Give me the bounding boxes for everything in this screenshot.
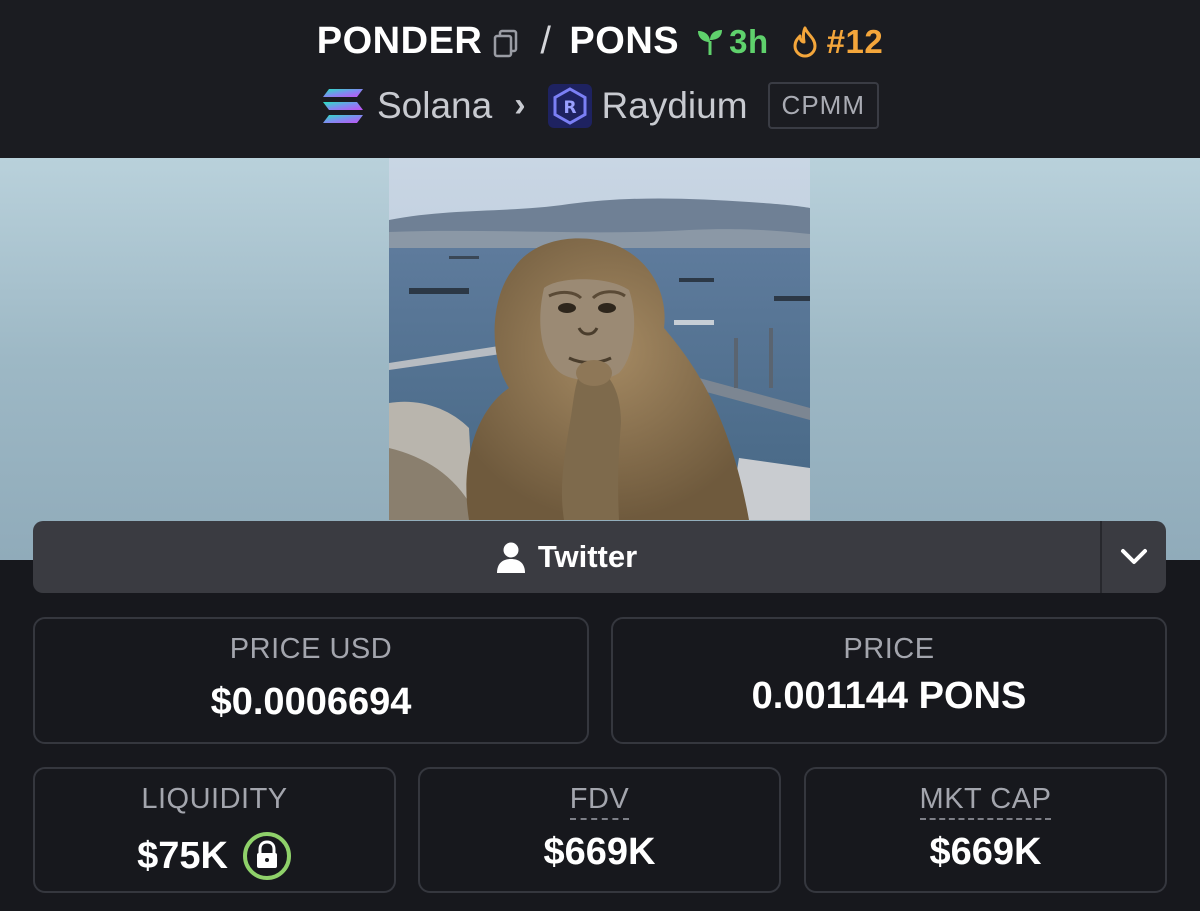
price-label: PRICE [843, 633, 935, 665]
fdv-value: $669K [543, 831, 656, 873]
pair-age-value: 3h [729, 22, 769, 60]
liquidity-card: LIQUIDITY $75K [33, 767, 396, 893]
chevron-right-icon: › [514, 86, 526, 124]
expand-socials-button[interactable] [1102, 521, 1166, 593]
price-usd-value: $0.0006694 [210, 681, 412, 723]
user-icon [496, 542, 525, 573]
lock-icon[interactable] [242, 831, 292, 881]
chain-breadcrumb: Solana › R Raydium CPMM [0, 82, 1200, 129]
fdv-card[interactable]: FDV $669K [418, 767, 781, 893]
chevron-down-icon [1121, 549, 1147, 564]
price-value: 0.001144 PONS [751, 675, 1027, 717]
trending-rank[interactable]: #12 [791, 23, 884, 61]
price-card: PRICE 0.001144 PONS [611, 617, 1167, 744]
fdv-label: FDV [569, 783, 630, 820]
seedling-icon [698, 29, 723, 55]
mkt-cap-value: $669K [929, 831, 1042, 873]
pair-age: 3h [695, 23, 769, 61]
svg-text:R: R [563, 98, 576, 118]
trending-rank-value: #12 [826, 22, 884, 60]
mkt-cap-label: MKT CAP [919, 783, 1052, 820]
price-usd-card: PRICE USD $0.0006694 [33, 617, 589, 744]
copy-icon[interactable] [490, 26, 522, 58]
quote-token-symbol: PONS [569, 20, 680, 62]
chain-name[interactable]: Solana [377, 85, 492, 127]
price-usd-label: PRICE USD [229, 633, 393, 665]
pair-separator: / [540, 20, 552, 62]
pair-title: PONDER / PONS 3h #12 [0, 20, 1200, 63]
twitter-button[interactable]: Twitter [33, 521, 1100, 593]
pool-type-badge: CPMM [767, 82, 879, 129]
liquidity-value: $75K [137, 834, 228, 877]
flame-icon [793, 26, 817, 57]
token-image [389, 158, 810, 520]
raydium-logo: R [547, 83, 592, 128]
twitter-button-label: Twitter [537, 539, 638, 574]
pair-header: PONDER / PONS 3h #12 Solana › R Raydium … [0, 0, 1200, 158]
liquidity-label: LIQUIDITY [141, 783, 288, 815]
social-links-bar: Twitter [33, 521, 1166, 593]
base-token-symbol: PONDER [316, 20, 483, 62]
mkt-cap-card[interactable]: MKT CAP $669K [804, 767, 1167, 893]
dex-name[interactable]: Raydium [602, 85, 748, 127]
solana-logo [323, 88, 363, 123]
